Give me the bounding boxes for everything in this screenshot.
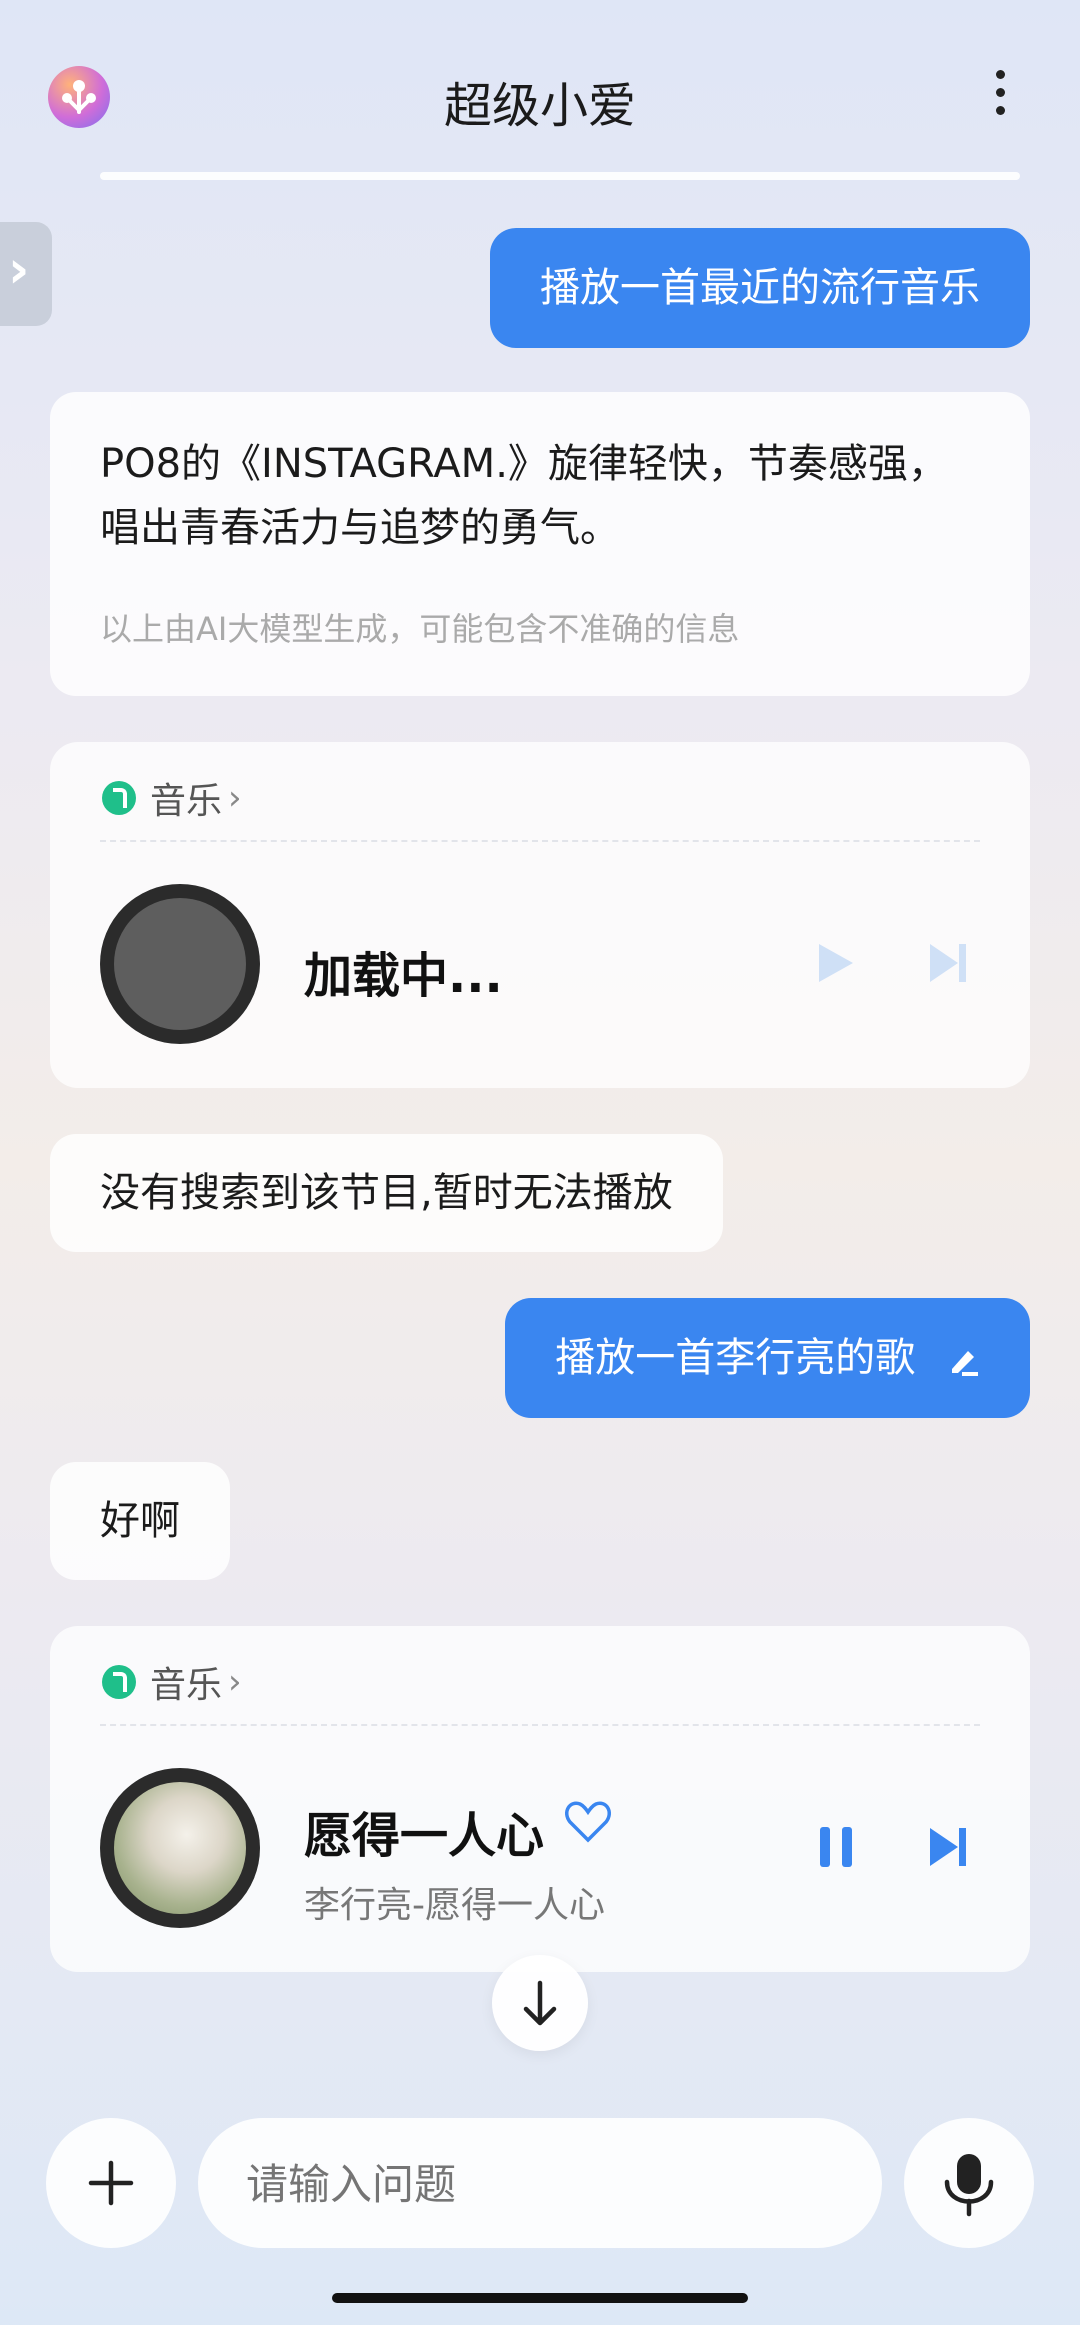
play-icon[interactable] [815, 940, 855, 986]
mic-button[interactable] [904, 2118, 1034, 2248]
divider [100, 1724, 980, 1726]
pause-icon[interactable] [816, 1824, 856, 1870]
ai-disclaimer: 以上由AI大模型生成，可能包含不准确的信息 [100, 610, 740, 648]
chevron-right-icon: › [228, 1662, 242, 1702]
ai-message-text: 没有搜索到该节目,暂时无法播放 [100, 1170, 673, 1216]
music-card-header[interactable]: 音乐 › [102, 1656, 242, 1716]
next-icon[interactable] [926, 940, 970, 986]
music-card-loading[interactable]: 音乐 › 加载中... [50, 742, 1030, 1088]
ai-message[interactable]: 没有搜索到该节目,暂时无法播放 [50, 1134, 723, 1252]
ai-message-text: PO8的《INSTAGRAM.》旋律轻快，节奏感强，唱出青春活力与追梦的勇气。 [100, 441, 948, 551]
user-message[interactable]: 播放一首最近的流行音乐 [490, 228, 1030, 348]
question-input-wrap[interactable] [198, 2118, 882, 2250]
next-icon[interactable] [926, 1824, 970, 1870]
music-card-label: 音乐 [150, 781, 223, 822]
expand-icon[interactable]: › [0, 222, 52, 326]
edit-icon[interactable] [946, 1343, 980, 1377]
chevron-right-icon: › [228, 778, 242, 818]
song-title: 愿得一人心 [304, 1808, 545, 1864]
song-title: 加载中... [304, 948, 503, 1004]
music-card-label: 音乐 [150, 1665, 223, 1706]
plus-button[interactable] [46, 2118, 176, 2248]
home-indicator[interactable] [332, 2293, 748, 2303]
music-card-header[interactable]: 音乐 › [102, 772, 242, 832]
divider [100, 840, 980, 842]
album-cover [114, 1782, 246, 1914]
mic-icon [944, 2154, 994, 2217]
user-message-text: 播放一首最近的流行音乐 [540, 265, 980, 311]
song-artist: 李行亮-愿得一人心 [304, 1885, 605, 1926]
ai-message[interactable]: 好啊 [50, 1462, 230, 1580]
header: 超级小爱 [0, 0, 1080, 190]
music-card-playing[interactable]: 音乐 › 愿得一人心 李行亮-愿得一人心 [50, 1626, 1030, 1972]
ai-message[interactable]: PO8的《INSTAGRAM.》旋律轻快，节奏感强，唱出青春活力与追梦的勇气。 … [50, 392, 1030, 696]
ai-message-text: 好啊 [100, 1498, 180, 1544]
user-message-text: 播放一首李行亮的歌 [555, 1335, 916, 1381]
page-title: 超级小爱 [443, 78, 636, 134]
music-app-icon [102, 781, 136, 815]
music-app-icon [102, 1665, 136, 1699]
user-message[interactable]: 播放一首李行亮的歌 [505, 1298, 1030, 1418]
album-disc [100, 1768, 260, 1928]
album-disc [100, 884, 260, 1044]
top-divider [100, 172, 1020, 180]
question-input[interactable] [244, 2118, 848, 2250]
heart-icon[interactable] [564, 1798, 612, 1844]
arrow-down-icon [523, 1980, 557, 2026]
more-icon[interactable] [990, 70, 1010, 124]
plus-icon [88, 2160, 134, 2206]
scroll-down-button[interactable] [492, 1955, 588, 2051]
